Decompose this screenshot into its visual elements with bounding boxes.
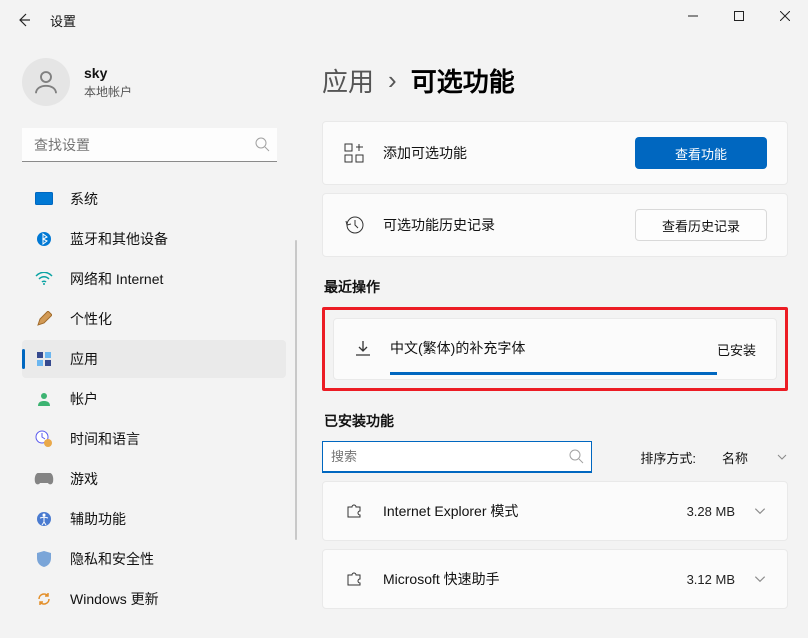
minimize-button[interactable] xyxy=(670,0,716,32)
window-title: 设置 xyxy=(50,11,76,30)
shield-icon xyxy=(34,549,54,569)
history-icon xyxy=(343,214,365,236)
accessibility-icon xyxy=(34,509,54,529)
feature-size: 3.12 MB xyxy=(687,572,735,587)
chevron-right-icon: › xyxy=(388,65,397,96)
nav-privacy[interactable]: 隐私和安全性 xyxy=(22,540,286,578)
maximize-button[interactable] xyxy=(716,0,762,32)
nav-update[interactable]: Windows 更新 xyxy=(22,580,286,618)
apps-icon xyxy=(34,349,54,369)
update-icon xyxy=(34,589,54,609)
avatar xyxy=(22,58,70,106)
feature-name: Internet Explorer 模式 xyxy=(383,501,687,521)
wifi-icon xyxy=(34,269,54,289)
user-account[interactable]: sky 本地帐户 xyxy=(22,54,292,110)
account-icon xyxy=(34,389,54,409)
nav-system[interactable]: 系统 xyxy=(22,180,286,218)
sidebar: sky 本地帐户 系统 蓝牙和其他设备 网络和 Internet 个性化 应用 … xyxy=(0,40,300,638)
add-feature-row: 添加可选功能 查看功能 xyxy=(323,122,787,184)
puzzle-icon xyxy=(343,568,365,590)
add-grid-icon xyxy=(343,142,365,164)
chevron-down-icon[interactable] xyxy=(776,451,788,463)
nav-label: 应用 xyxy=(70,349,98,369)
view-history-button[interactable]: 查看历史记录 xyxy=(635,209,767,241)
view-features-button[interactable]: 查看功能 xyxy=(635,137,767,169)
sidebar-scrollbar[interactable] xyxy=(295,240,297,540)
nav-label: 系统 xyxy=(70,189,98,209)
gamepad-icon xyxy=(34,469,54,489)
search-input[interactable] xyxy=(22,128,277,162)
nav-label: 帐户 xyxy=(70,389,98,409)
installed-section-title: 已安装功能 xyxy=(324,411,788,431)
nav-label: 时间和语言 xyxy=(70,429,140,449)
nav-label: 隐私和安全性 xyxy=(70,549,154,569)
nav-label: 个性化 xyxy=(70,309,112,329)
nav-label: 辅助功能 xyxy=(70,509,126,529)
back-button[interactable] xyxy=(12,8,36,32)
feature-size: 3.28 MB xyxy=(687,504,735,519)
history-label: 可选功能历史记录 xyxy=(383,215,635,235)
close-icon xyxy=(780,11,790,21)
main-content: 应用 › 可选功能 添加可选功能 查看功能 可选功能历史记录 查看历史记录 最近… xyxy=(300,40,808,638)
nav-gaming[interactable]: 游戏 xyxy=(22,460,286,498)
chevron-down-icon xyxy=(753,504,767,518)
breadcrumb-parent[interactable]: 应用 xyxy=(322,62,374,99)
arrow-left-icon xyxy=(16,12,32,28)
sort-value[interactable]: 名称 xyxy=(722,448,748,467)
page-title: 可选功能 xyxy=(411,62,515,99)
nav-apps[interactable]: 应用 xyxy=(22,340,286,378)
recent-item-status: 已安装 xyxy=(717,340,756,359)
recent-item[interactable]: 中文(繁体)的补充字体 已安装 xyxy=(333,318,777,380)
nav-personalize[interactable]: 个性化 xyxy=(22,300,286,338)
highlight-annotation: 中文(繁体)的补充字体 已安装 xyxy=(322,307,788,391)
add-feature-label: 添加可选功能 xyxy=(383,143,635,163)
nav-accessibility[interactable]: 辅助功能 xyxy=(22,500,286,538)
close-button[interactable] xyxy=(762,0,808,32)
breadcrumb: 应用 › 可选功能 xyxy=(322,62,788,99)
feature-row[interactable]: Internet Explorer 模式 3.28 MB xyxy=(323,482,787,540)
nav-accounts[interactable]: 帐户 xyxy=(22,380,286,418)
display-icon xyxy=(34,189,54,209)
user-sub: 本地帐户 xyxy=(84,83,132,100)
nav-label: 网络和 Internet xyxy=(70,269,163,289)
nav-label: Windows 更新 xyxy=(70,589,159,609)
installed-search-input[interactable] xyxy=(322,441,592,473)
paint-icon xyxy=(34,309,54,329)
person-icon xyxy=(31,67,61,97)
nav-label: 游戏 xyxy=(70,469,98,489)
puzzle-icon xyxy=(343,500,365,522)
user-name: sky xyxy=(84,65,132,81)
search-icon xyxy=(254,136,270,152)
nav-bluetooth[interactable]: 蓝牙和其他设备 xyxy=(22,220,286,258)
feature-name: Microsoft 快速助手 xyxy=(383,569,687,589)
nav-label: 蓝牙和其他设备 xyxy=(70,229,168,249)
sort-label: 排序方式: xyxy=(640,448,696,467)
minimize-icon xyxy=(688,11,698,21)
bluetooth-icon xyxy=(34,229,54,249)
search-icon xyxy=(568,448,584,464)
chevron-down-icon xyxy=(753,572,767,586)
clock-globe-icon xyxy=(34,429,54,449)
recent-section-title: 最近操作 xyxy=(324,277,788,297)
history-row: 可选功能历史记录 查看历史记录 xyxy=(323,194,787,256)
feature-row[interactable]: Microsoft 快速助手 3.12 MB xyxy=(323,550,787,608)
recent-item-name: 中文(繁体)的补充字体 xyxy=(390,338,717,375)
download-icon xyxy=(354,340,372,358)
maximize-icon xyxy=(734,11,744,21)
nav-network[interactable]: 网络和 Internet xyxy=(22,260,286,298)
nav-time[interactable]: 时间和语言 xyxy=(22,420,286,458)
